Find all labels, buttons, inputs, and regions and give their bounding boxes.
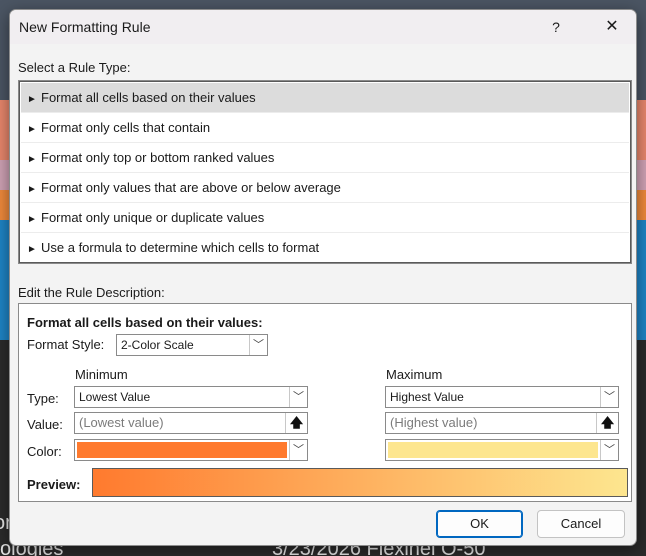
rule-type-label: Select a Rule Type:: [18, 60, 131, 75]
rule-type-item-above-below-average[interactable]: ► Format only values that are above or be…: [21, 173, 629, 203]
rule-type-item-unique-duplicate[interactable]: ► Format only unique or duplicate values: [21, 203, 629, 233]
close-button[interactable]: ✕: [598, 15, 626, 39]
chevron-down-icon: ﹀: [600, 440, 618, 460]
arrow-icon: ►: [27, 214, 37, 225]
rule-type-item-top-bottom[interactable]: ► Format only top or bottom ranked values: [21, 143, 629, 173]
rule-type-item-formula[interactable]: ► Use a formula to determine which cells …: [21, 233, 629, 263]
rule-type-item-label: Use a formula to determine which cells t…: [41, 240, 320, 255]
arrow-icon: ►: [27, 154, 37, 165]
rule-description-label: Edit the Rule Description:: [18, 285, 165, 300]
description-title: Format all cells based on their values:: [27, 315, 263, 330]
title-bar: New Formatting Rule ? ✕: [10, 10, 636, 44]
preview-label: Preview:: [27, 477, 81, 492]
cancel-button[interactable]: Cancel: [537, 510, 625, 538]
dialog-title: New Formatting Rule: [19, 19, 151, 35]
minimum-type-value: Lowest Value: [79, 390, 151, 404]
arrow-icon: ►: [27, 124, 37, 135]
minimum-color-picker[interactable]: ﹀: [74, 439, 308, 461]
help-button[interactable]: ?: [542, 15, 570, 39]
rule-type-item-label: Format only values that are above or bel…: [41, 180, 341, 195]
rule-type-item-all-cells[interactable]: ► Format all cells based on their values: [21, 83, 629, 113]
collapse-dialog-icon[interactable]: 🡅: [285, 413, 307, 433]
rule-type-list: ► Format all cells based on their values …: [18, 80, 632, 264]
color-scale-preview: [92, 468, 628, 497]
minimum-value-input[interactable]: (Lowest value) 🡅: [74, 412, 308, 434]
ok-button[interactable]: OK: [436, 510, 523, 538]
rule-description-panel: Format all cells based on their values: …: [18, 303, 632, 502]
chevron-down-icon: ﹀: [289, 440, 307, 460]
arrow-icon: ►: [27, 184, 37, 195]
chevron-down-icon: ﹀: [600, 387, 618, 407]
maximum-type-value: Highest Value: [390, 390, 464, 404]
rule-type-item-label: Format only top or bottom ranked values: [41, 150, 275, 165]
format-style-label: Format Style:: [27, 337, 105, 352]
color-label: Color:: [27, 444, 62, 459]
chevron-down-icon: ﹀: [249, 335, 267, 355]
format-style-select[interactable]: 2-Color Scale ﹀: [116, 334, 268, 356]
minimum-value-placeholder: (Lowest value): [79, 415, 164, 430]
maximum-color-swatch: [388, 442, 598, 458]
type-label: Type:: [27, 391, 59, 406]
chevron-down-icon: ﹀: [289, 387, 307, 407]
maximum-header: Maximum: [386, 367, 443, 382]
format-style-value: 2-Color Scale: [121, 338, 194, 352]
minimum-header: Minimum: [75, 367, 128, 382]
rule-type-item-cells-contain[interactable]: ► Format only cells that contain: [21, 113, 629, 143]
arrow-icon: ►: [27, 94, 37, 105]
rule-type-item-label: Format only cells that contain: [41, 120, 211, 135]
minimum-type-select[interactable]: Lowest Value ﹀: [74, 386, 308, 408]
maximum-value-input[interactable]: (Highest value) 🡅: [385, 412, 619, 434]
rule-type-item-label: Format only unique or duplicate values: [41, 210, 265, 225]
value-label: Value:: [27, 417, 63, 432]
minimum-color-swatch: [77, 442, 287, 458]
arrow-icon: ►: [27, 244, 37, 255]
collapse-dialog-icon[interactable]: 🡅: [596, 413, 618, 433]
maximum-type-select[interactable]: Highest Value ﹀: [385, 386, 619, 408]
rule-type-item-label: Format all cells based on their values: [41, 90, 256, 105]
new-formatting-rule-dialog: New Formatting Rule ? ✕ Select a Rule Ty…: [9, 9, 637, 546]
maximum-color-picker[interactable]: ﹀: [385, 439, 619, 461]
maximum-value-placeholder: (Highest value): [390, 415, 478, 430]
